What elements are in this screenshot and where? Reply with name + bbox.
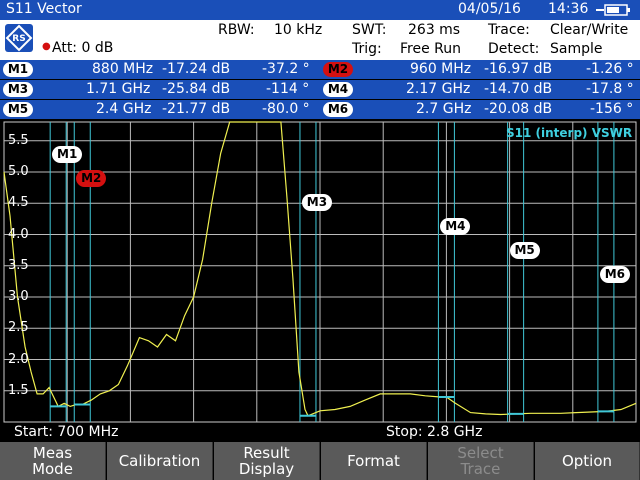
marker-freq: 960 MHz bbox=[410, 61, 472, 77]
y-tick-label: 3.5 bbox=[8, 257, 29, 273]
marker-freq: 880 MHz bbox=[92, 61, 154, 77]
y-tick-label: 4.0 bbox=[8, 226, 29, 242]
y-tick-label: 3.0 bbox=[8, 289, 29, 304]
calibration-button[interactable]: Calibration bbox=[107, 442, 213, 480]
marker-phase: -17.8 ° bbox=[586, 81, 634, 97]
marker-flag-m2[interactable]: M2 bbox=[76, 170, 107, 187]
start-freq: Start: 700 MHz bbox=[14, 424, 119, 440]
rs-logo-icon: RS bbox=[5, 24, 33, 52]
marker-table: M1 880 MHz -17.24 dB -37.2 ° M2 960 MHz … bbox=[0, 60, 640, 120]
marker-mag: -14.70 dB bbox=[484, 81, 553, 97]
marker-mag: -17.24 dB bbox=[162, 61, 231, 77]
att-dot-icon: ● bbox=[42, 41, 51, 52]
vswr-plot[interactable]: S11 (interp) VSWR 5.5 5.0 4.5 4.0 3.5 3.0 2.5 2… bbox=[0, 120, 640, 424]
plot-canvas[interactable] bbox=[0, 120, 640, 424]
date-text: 04/05/16 bbox=[458, 1, 521, 17]
marker-flag-m4[interactable]: M4 bbox=[440, 218, 471, 235]
swt-label: SWT: bbox=[352, 22, 387, 38]
trace-name: S11 (interp) VSWR bbox=[506, 126, 633, 140]
marker-badge-m6[interactable]: M6 bbox=[323, 102, 353, 117]
marker-phase: -114 ° bbox=[266, 81, 310, 97]
rbw-label: RBW: bbox=[218, 22, 255, 38]
y-tick-label: 2.0 bbox=[8, 351, 29, 367]
marker-row: M5 2.4 GHz -21.77 dB -80.0 ° M6 2.7 GHz … bbox=[0, 100, 640, 119]
marker-badge-m1[interactable]: M1 bbox=[3, 62, 33, 77]
marker-freq: 2.17 GHz bbox=[406, 81, 471, 97]
marker-flag-m5[interactable]: M5 bbox=[509, 242, 540, 259]
marker-flag-m1[interactable]: M1 bbox=[52, 146, 83, 163]
format-button[interactable]: Format bbox=[321, 442, 427, 480]
mode-title: S11 Vector bbox=[6, 1, 82, 17]
marker-freq: 1.71 GHz bbox=[86, 81, 151, 97]
marker-badge-m3[interactable]: M3 bbox=[3, 82, 33, 97]
marker-badge-m4[interactable]: M4 bbox=[323, 82, 353, 97]
marker-freq: 2.7 GHz bbox=[416, 101, 472, 117]
option-button[interactable]: Option bbox=[535, 442, 640, 480]
marker-row: M1 880 MHz -17.24 dB -37.2 ° M2 960 MHz … bbox=[0, 60, 640, 79]
marker-phase: -80.0 ° bbox=[262, 101, 310, 117]
marker-mag: -16.97 dB bbox=[484, 61, 553, 77]
battery-icon bbox=[596, 4, 630, 16]
trace-value: Clear/Write bbox=[550, 22, 629, 38]
span-bar: Start: 700 MHz Stop: 2.8 GHz bbox=[0, 424, 640, 442]
trace-label: Trace: bbox=[488, 22, 530, 38]
y-tick-label: 2.5 bbox=[8, 320, 29, 336]
marker-mag: -21.77 dB bbox=[162, 101, 231, 117]
softkey-bar: Meas Mode Calibration Result Display Forma… bbox=[0, 442, 640, 480]
title-bar: S11 Vector 04/05/16 14:36 bbox=[0, 0, 640, 20]
settings-panel: RS ● Att: 0 dB RBW: 10 kHz SWT: 263 ms T… bbox=[0, 20, 640, 60]
marker-phase: -156 ° bbox=[590, 101, 634, 117]
y-tick-label: 5.5 bbox=[8, 132, 29, 148]
swt-value: 263 ms bbox=[408, 22, 461, 38]
marker-flag-m3[interactable]: M3 bbox=[301, 194, 332, 211]
marker-row: M3 1.71 GHz -25.84 dB -114 ° M4 2.17 GHz… bbox=[0, 80, 640, 99]
svg-text:RS: RS bbox=[12, 34, 25, 44]
marker-flag-m6[interactable]: M6 bbox=[599, 266, 630, 283]
att-text: Att: 0 dB bbox=[52, 40, 114, 56]
y-tick-label: 4.5 bbox=[8, 195, 29, 211]
trig-label: Trig: bbox=[352, 41, 382, 57]
time-text: 14:36 bbox=[548, 1, 589, 17]
rbw-value: 10 kHz bbox=[274, 22, 323, 38]
marker-phase: -37.2 ° bbox=[262, 61, 310, 77]
result-display-button[interactable]: Result Display bbox=[214, 442, 320, 480]
trig-value: Free Run bbox=[400, 41, 462, 57]
detect-label: Detect: bbox=[488, 41, 540, 57]
meas-mode-button[interactable]: Meas Mode bbox=[0, 442, 106, 480]
marker-badge-m5[interactable]: M5 bbox=[3, 102, 33, 117]
marker-badge-m2[interactable]: M2 bbox=[323, 62, 353, 77]
marker-mag: -25.84 dB bbox=[162, 81, 231, 97]
marker-freq: 2.4 GHz bbox=[96, 101, 152, 117]
marker-phase: -1.26 ° bbox=[586, 61, 634, 77]
stop-freq: Stop: 2.8 GHz bbox=[386, 424, 483, 440]
marker-mag: -20.08 dB bbox=[484, 101, 553, 117]
select-trace-button[interactable]: Select Trace bbox=[428, 442, 534, 480]
detect-value: Sample bbox=[550, 41, 603, 57]
y-tick-label: 5.0 bbox=[8, 164, 29, 179]
y-tick-label: 1.5 bbox=[8, 382, 29, 398]
